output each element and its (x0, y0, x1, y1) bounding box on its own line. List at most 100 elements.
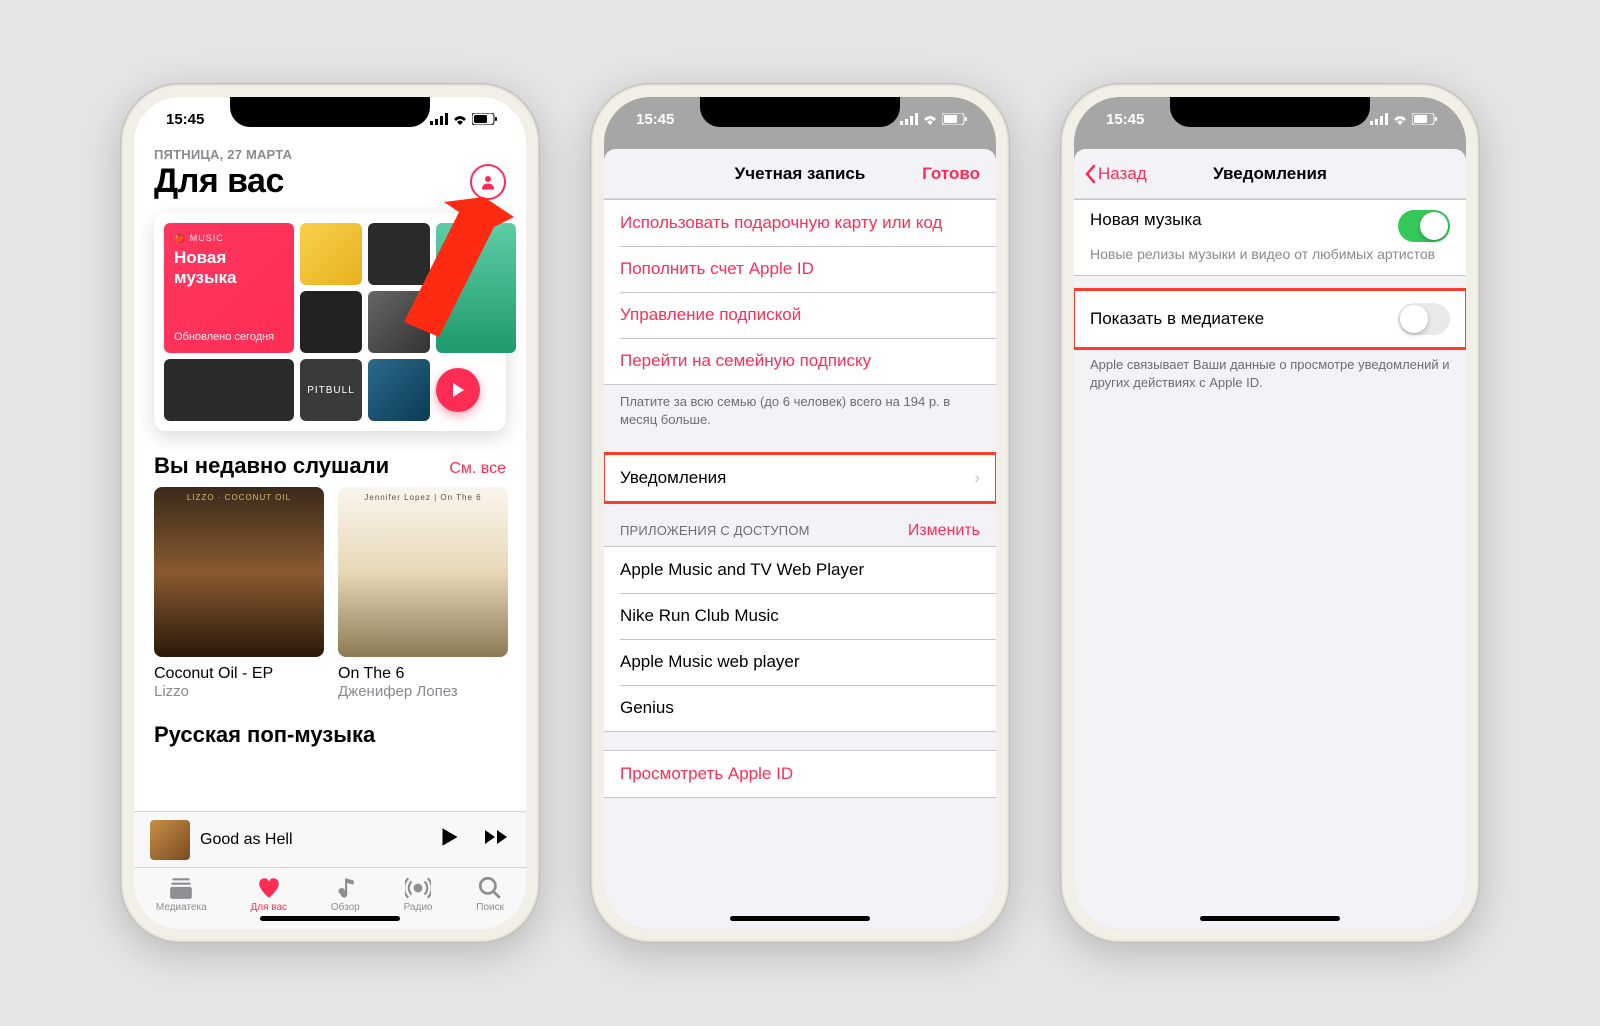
sheet-backdrop: 15:45 Назад Уведомления (1074, 97, 1466, 929)
row-app-4[interactable]: Genius (604, 685, 996, 731)
recent-title: Вы недавно слушали (154, 453, 389, 479)
date-label: ПЯТНИЦА, 27 МАРТА (134, 141, 526, 162)
home-indicator[interactable] (260, 916, 400, 921)
family-note: Платите за всю семью (до 6 человек) всег… (604, 385, 996, 436)
row-notifications[interactable]: Уведомления › (604, 455, 996, 501)
phone-1-for-you: 15:45 ПЯТНИЦА, 27 МАРТА Для вас 🍎 MUSIC (120, 83, 540, 943)
apps-header-title: ПРИЛОЖЕНИЯ С ДОСТУПОМ (620, 523, 810, 538)
nav-bar: Учетная запись Готово (604, 149, 996, 199)
play-icon[interactable] (440, 827, 460, 852)
new-music-text: Новая музыка (174, 248, 284, 287)
row-family[interactable]: Перейти на семейную подписку (604, 338, 996, 384)
account-list[interactable]: Использовать подарочную карту или код По… (604, 199, 996, 929)
album-title-2: On The 6 (338, 665, 508, 683)
tab-browse[interactable]: Обзор (331, 875, 360, 913)
home-indicator[interactable] (1200, 916, 1340, 921)
new-music-toggle[interactable] (1398, 210, 1450, 242)
row-app-3[interactable]: Apple Music web player (604, 639, 996, 685)
album-tile-7[interactable]: PITBULL (300, 359, 362, 421)
signal-icon (1370, 113, 1388, 125)
status-time: 15:45 (166, 111, 204, 128)
album-item-2[interactable]: Jennifer Lopez | On The 6 On The 6 Джени… (338, 487, 508, 700)
edit-button[interactable]: Изменить (908, 522, 980, 540)
status-icons (1370, 113, 1438, 125)
done-button[interactable]: Готово (922, 164, 980, 184)
nav-title: Уведомления (1213, 164, 1327, 184)
tab-for-you[interactable]: Для вас (250, 875, 287, 913)
signal-icon (900, 113, 918, 125)
battery-icon (942, 113, 968, 125)
updated-label: Обновлено сегодня (174, 331, 284, 343)
album-tile-8[interactable] (368, 359, 430, 421)
russian-pop-header: Русская поп-музыка (134, 700, 526, 748)
search-icon (477, 875, 503, 901)
nav-title: Учетная запись (735, 164, 866, 184)
album-tile-5[interactable] (368, 291, 430, 353)
account-sheet: Учетная запись Готово Использовать подар… (604, 149, 996, 929)
chevron-right-icon: › (974, 468, 980, 488)
row-show-in-library[interactable]: Показать в медиатеке (1074, 291, 1466, 347)
see-all-link[interactable]: См. все (449, 460, 506, 478)
status-time: 15:45 (636, 111, 674, 128)
row-app-2[interactable]: Nike Run Club Music (604, 593, 996, 639)
screen-1: 15:45 ПЯТНИЦА, 27 МАРТА Для вас 🍎 MUSIC (134, 97, 526, 929)
album-tile-1[interactable] (300, 223, 362, 285)
new-music-card[interactable]: 🍎 MUSIC Новая музыка Обновлено сегодня P… (154, 213, 506, 431)
profile-button[interactable] (470, 164, 506, 200)
now-playing-bar[interactable]: Good as Hell (134, 811, 526, 867)
music-brand: 🍎 MUSIC (174, 233, 284, 244)
back-button[interactable]: Назад (1084, 164, 1147, 184)
row-gift-card[interactable]: Использовать подарочную карту или код (604, 200, 996, 246)
screen-3: 15:45 Назад Уведомления (1074, 97, 1466, 929)
play-button[interactable] (436, 368, 480, 412)
row-app-1[interactable]: Apple Music and TV Web Player (604, 547, 996, 593)
tab-search[interactable]: Поиск (476, 875, 504, 913)
note-icon (332, 875, 358, 901)
signal-icon (430, 113, 448, 125)
row-manage-sub[interactable]: Управление подпиской (604, 292, 996, 338)
row-view-apple-id[interactable]: Просмотреть Apple ID (604, 751, 996, 797)
forward-icon[interactable] (484, 827, 510, 852)
notifications-list[interactable]: Новая музыка Новые релизы музыки и видео… (1074, 199, 1466, 929)
tab-radio[interactable]: Радио (404, 875, 433, 913)
status-icons (430, 113, 498, 125)
for-you-content[interactable]: ПЯТНИЦА, 27 МАРТА Для вас 🍎 MUSIC Новая … (134, 141, 526, 929)
group-payments: Использовать подарочную карту или код По… (604, 199, 996, 385)
notifications-sheet: Назад Уведомления Новая музыка Новые рел… (1074, 149, 1466, 929)
album-cover-1[interactable]: LIZZO · COCONUT OIL (154, 487, 324, 657)
group-new-music: Новая музыка Новые релизы музыки и видео… (1074, 199, 1466, 276)
row-topup[interactable]: Пополнить счет Apple ID (604, 246, 996, 292)
notch (230, 97, 430, 127)
nav-bar: Назад Уведомления (1074, 149, 1466, 199)
tab-library[interactable]: Медиатека (156, 875, 207, 913)
new-music-subtitle: Новые релизы музыки и видео от любимых а… (1090, 245, 1450, 263)
album-peek[interactable] (522, 487, 526, 700)
album-tile-6[interactable] (164, 359, 294, 421)
now-playing-art[interactable] (150, 820, 190, 860)
notch (700, 97, 900, 127)
notch (1170, 97, 1370, 127)
album-cover-2[interactable]: Jennifer Lopez | On The 6 (338, 487, 508, 657)
person-icon (479, 173, 497, 191)
recent-albums[interactable]: LIZZO · COCONUT OIL Coconut Oil - EP Liz… (134, 487, 526, 700)
home-indicator[interactable] (730, 916, 870, 921)
row-new-music[interactable]: Новая музыка Новые релизы музыки и видео… (1074, 200, 1466, 275)
group-apps: Apple Music and TV Web Player Nike Run C… (604, 546, 996, 732)
album-tile-3[interactable] (436, 223, 516, 353)
now-playing-title: Good as Hell (200, 831, 430, 849)
np-controls (440, 827, 510, 852)
recent-header: Вы недавно слушали См. все (134, 431, 526, 487)
privacy-note: Apple связывает Ваши данные о просмотре … (1074, 348, 1466, 399)
group-show-in-library: Показать в медиатеке (1074, 290, 1466, 348)
show-in-library-toggle[interactable] (1398, 303, 1450, 335)
phone-2-account: 15:45 Учетная запись Готово Использовать… (590, 83, 1010, 943)
new-music-tile[interactable]: 🍎 MUSIC Новая музыка Обновлено сегодня (164, 223, 294, 353)
page-title: Для вас (154, 162, 284, 201)
status-time: 15:45 (1106, 111, 1144, 128)
group-notifications: Уведомления › (604, 454, 996, 502)
album-tile-4[interactable] (300, 291, 362, 353)
radio-icon (405, 875, 431, 901)
album-item-1[interactable]: LIZZO · COCONUT OIL Coconut Oil - EP Liz… (154, 487, 324, 700)
album-tile-2[interactable] (368, 223, 430, 285)
wifi-icon (1392, 113, 1408, 125)
